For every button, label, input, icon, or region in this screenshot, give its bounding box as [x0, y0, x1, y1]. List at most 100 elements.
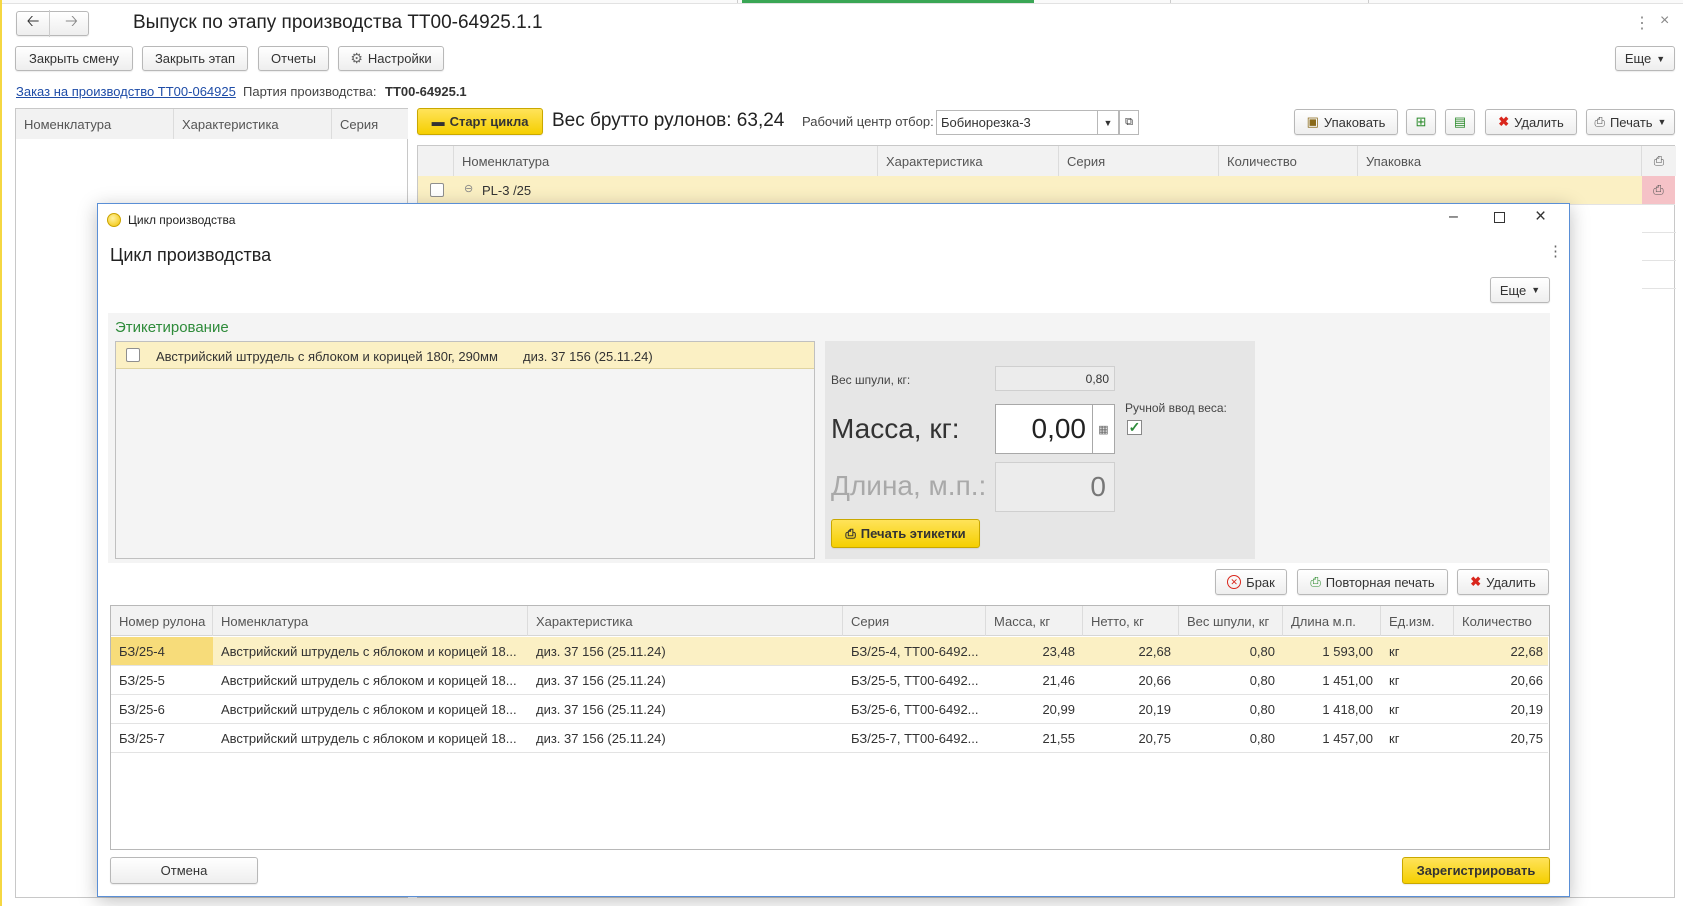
cell-characteristic: диз. 37 156 (25.11.24) [536, 730, 666, 746]
length-value: 0 [1090, 471, 1106, 502]
close-shift-button[interactable]: Закрыть смену [15, 46, 133, 71]
list-icon: ▤ [1453, 114, 1467, 129]
cell-nomenclature: Австрийский штрудель с яблоком и корицей… [221, 672, 517, 688]
cell-roll-number: БЗ/25-6 [119, 701, 165, 717]
right-col-packaging[interactable]: Упаковка [1358, 146, 1642, 176]
col-nomenclature[interactable]: Номенклатура [213, 606, 528, 636]
manual-weight-checkbox[interactable]: ✓ [1127, 419, 1142, 435]
active-tab-indicator [742, 0, 1034, 3]
table-row[interactable]: ⊖ PL-3 /25 ⎙ [418, 176, 1675, 205]
table-row[interactable]: БЗ/25-6 Австрийский штрудель с яблоком и… [111, 695, 1548, 724]
col-quantity[interactable]: Количество [1454, 606, 1549, 636]
row-checkbox[interactable] [430, 183, 444, 197]
back-arrow-icon[interactable]: 🡠 [17, 10, 51, 37]
close-icon[interactable]: × [1660, 12, 1669, 30]
minimize-icon[interactable]: – [1449, 208, 1458, 226]
kebab-menu-icon[interactable]: ⋮ [1634, 13, 1650, 33]
table-row-empty [1642, 233, 1676, 261]
right-col-series[interactable]: Серия [1059, 146, 1219, 176]
label-list[interactable]: Австрийский штрудель с яблоком и корицей… [115, 341, 815, 559]
dialog-more-button[interactable]: Еще ▼ [1490, 277, 1550, 303]
delete-top-button[interactable]: ✖ Удалить [1485, 109, 1577, 135]
delete-x-icon: ✖ [1498, 114, 1510, 129]
workcenter-label: Рабочий центр отбор: [802, 114, 934, 129]
cell-series: БЗ/25-5, ТТ00-6492... [851, 672, 979, 688]
collapse-icon[interactable]: ⊖ [464, 182, 473, 195]
col-unit[interactable]: Ед.изм. [1381, 606, 1454, 636]
more-button[interactable]: Еще ▼ [1615, 46, 1675, 71]
left-col-nomenclature[interactable]: Номенклатура [16, 109, 174, 139]
cell-roll-number: БЗ/25-4 [111, 637, 213, 665]
right-col-nomenclature[interactable]: Номенклатура [454, 146, 878, 176]
col-mass[interactable]: Масса, кг [986, 606, 1083, 636]
col-series[interactable]: Серия [843, 606, 986, 636]
chevron-down-icon: ▼ [1656, 53, 1666, 64]
workcenter-field[interactable]: Бобинорезка-3 [936, 110, 1098, 135]
cell-quantity: 20,19 [1510, 701, 1543, 717]
list-item[interactable]: Австрийский штрудель с яблоком и корицей… [116, 342, 814, 369]
dialog-close-icon[interactable]: × [1535, 206, 1546, 228]
start-cycle-label: Старт цикла [449, 114, 529, 129]
cancel-button[interactable]: Отмена [110, 857, 258, 884]
cell-net: 20,75 [1138, 730, 1171, 746]
col-spool-weight[interactable]: Вес шпули, кг [1179, 606, 1283, 636]
cell-quantity: 20,66 [1510, 672, 1543, 688]
settings-label: Настройки [367, 51, 432, 66]
add-row-button[interactable]: ⊞ [1406, 109, 1436, 135]
right-col-printer-icon[interactable]: ⎙ [1642, 146, 1676, 176]
length-field: 0 [995, 462, 1115, 512]
defect-button[interactable]: ✕ Брак [1215, 569, 1287, 595]
order-link[interactable]: Заказ на производство ТТ00-064925 [16, 84, 236, 99]
maximize-icon[interactable] [1494, 212, 1505, 223]
rolls-table[interactable]: Номер рулона Номенклатура Характеристика… [110, 605, 1550, 850]
right-col-quantity[interactable]: Количество [1219, 146, 1358, 176]
table-row[interactable]: БЗ/25-4 Австрийский штрудель с яблоком и… [111, 637, 1548, 666]
pack-button[interactable]: ▣ Упаковать [1294, 109, 1398, 135]
reprint-button[interactable]: ⎙ Повторная печать [1297, 569, 1448, 595]
settings-button[interactable]: ⚙ Настройки [338, 46, 444, 71]
app-logo-icon [107, 213, 121, 227]
length-label: Длина, м.п.: [831, 470, 987, 501]
forward-arrow-icon[interactable]: 🡢 [55, 10, 88, 37]
col-roll-number[interactable]: Номер рулона [111, 606, 213, 636]
right-col-characteristic[interactable]: Характеристика [878, 146, 1059, 176]
more-label: Еще [1624, 51, 1652, 66]
table-row-empty [1642, 205, 1676, 233]
cell-length: 1 593,00 [1322, 643, 1373, 659]
cell-length: 1 451,00 [1322, 672, 1373, 688]
label-item-name: Австрийский штрудель с яблоком и корицей… [156, 349, 498, 364]
table-row[interactable]: БЗ/25-5 Австрийский штрудель с яблоком и… [111, 666, 1548, 695]
row-printer-icon[interactable]: ⎙ [1642, 176, 1675, 204]
label-item-checkbox[interactable] [126, 348, 140, 362]
defect-circle-x-icon: ✕ [1227, 575, 1242, 589]
reports-button[interactable]: Отчеты [258, 46, 329, 71]
add-row-icon: ⊞ [1415, 114, 1427, 129]
start-cycle-button[interactable]: ▬ Старт цикла [417, 108, 543, 135]
print-labels-button[interactable]: ⎙ Печать этикетки [831, 519, 980, 548]
dialog-more-label: Еще [1499, 282, 1527, 298]
close-stage-button[interactable]: Закрыть этап [142, 46, 248, 71]
print-button[interactable]: ⎙ Печать ▼ [1586, 109, 1675, 135]
printer-icon: ⎙ [845, 525, 856, 541]
table-row[interactable]: БЗ/25-7 Австрийский штрудель с яблоком и… [111, 724, 1548, 753]
mass-label: Масса, кг: [831, 413, 960, 444]
cell-characteristic: диз. 37 156 (25.11.24) [536, 701, 666, 717]
col-net[interactable]: Нетто, кг [1083, 606, 1179, 636]
dialog-delete-button[interactable]: ✖ Удалить [1457, 569, 1549, 595]
col-characteristic[interactable]: Характеристика [528, 606, 843, 636]
weight-panel: Вес шпули, кг: 0,80 Масса, кг: 0,00 ▦ Ру… [825, 341, 1255, 559]
calculator-icon[interactable]: ▦ [1093, 404, 1115, 454]
batch-value: ТТ00-64925.1 [385, 84, 467, 99]
list-edit-button[interactable]: ▤ [1445, 109, 1475, 135]
left-col-series[interactable]: Серия [332, 109, 408, 139]
open-icon[interactable]: ⧉ [1119, 110, 1139, 135]
register-button[interactable]: Зарегистрировать [1402, 857, 1550, 884]
reprint-label: Повторная печать [1325, 574, 1435, 590]
col-length[interactable]: Длина м.п. [1283, 606, 1381, 636]
cell-unit: кг [1389, 672, 1400, 688]
left-col-characteristic[interactable]: Характеристика [174, 109, 332, 139]
dialog-kebab-icon[interactable]: ⋮ [1548, 242, 1563, 260]
workcenter-dropdown-icon[interactable]: ▼ [1097, 110, 1119, 135]
mass-input[interactable]: 0,00 [995, 404, 1093, 454]
batch-label: Партия производства: [243, 84, 377, 99]
